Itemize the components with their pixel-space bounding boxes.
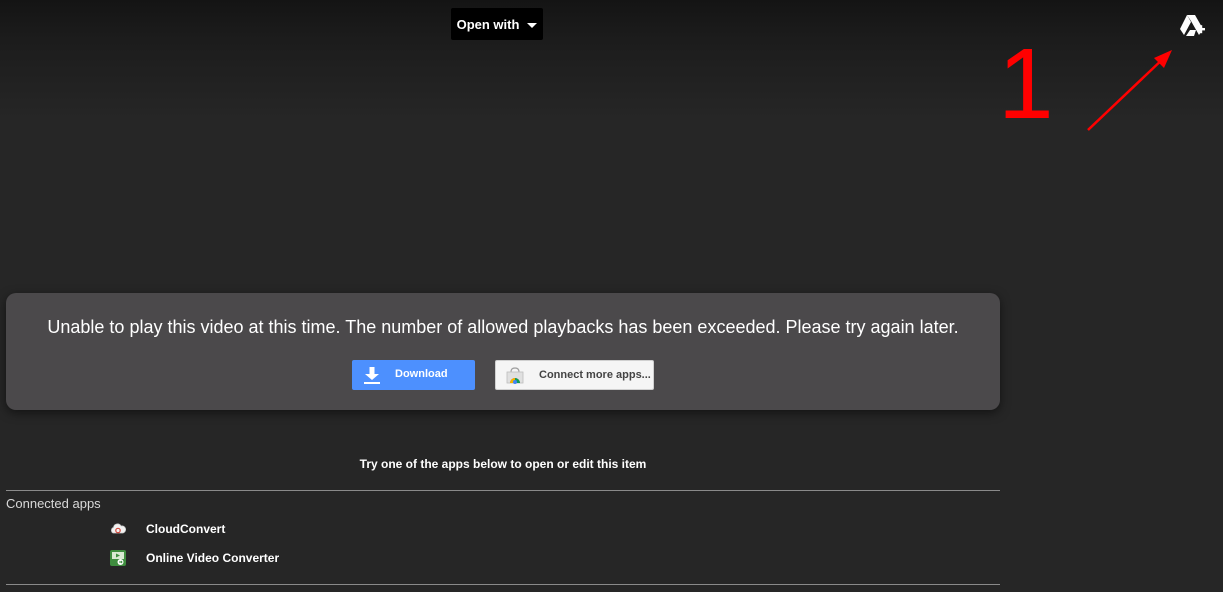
connected-apps-title: Connected apps (6, 496, 101, 511)
apps-prompt: Try one of the apps below to open or edi… (359, 457, 647, 471)
divider-bottom (6, 584, 1000, 585)
download-icon (364, 367, 380, 384)
playback-error-message: Unable to play this video at this time. … (47, 317, 959, 337)
app-name: Online Video Converter (146, 551, 280, 565)
cloud-icon (111, 523, 126, 534)
chrome-web-store-icon (506, 367, 524, 384)
app-item-cloudconvert[interactable]: CloudConvert (110, 519, 225, 539)
annotation-arrow-icon (1087, 50, 1172, 131)
video-converter-icon (110, 550, 126, 566)
connect-more-apps-label: Connect more apps... (539, 369, 651, 381)
playback-error-card: Unable to play this video at this time. … (6, 293, 1000, 410)
connect-more-apps-button[interactable]: Connect more apps... (495, 360, 654, 390)
annotation-number: 1 (998, 28, 1054, 140)
open-with-button[interactable]: Open with (451, 8, 543, 40)
app-name: CloudConvert (146, 522, 226, 536)
download-button[interactable]: Download (352, 360, 475, 390)
divider-top (6, 490, 1000, 491)
open-with-label: Open with (456, 16, 520, 32)
download-label: Download (395, 368, 448, 380)
app-item-online-video-converter[interactable]: Online Video Converter (110, 548, 279, 568)
add-to-drive-icon[interactable] (1178, 13, 1206, 39)
chevron-down-icon (527, 22, 538, 28)
